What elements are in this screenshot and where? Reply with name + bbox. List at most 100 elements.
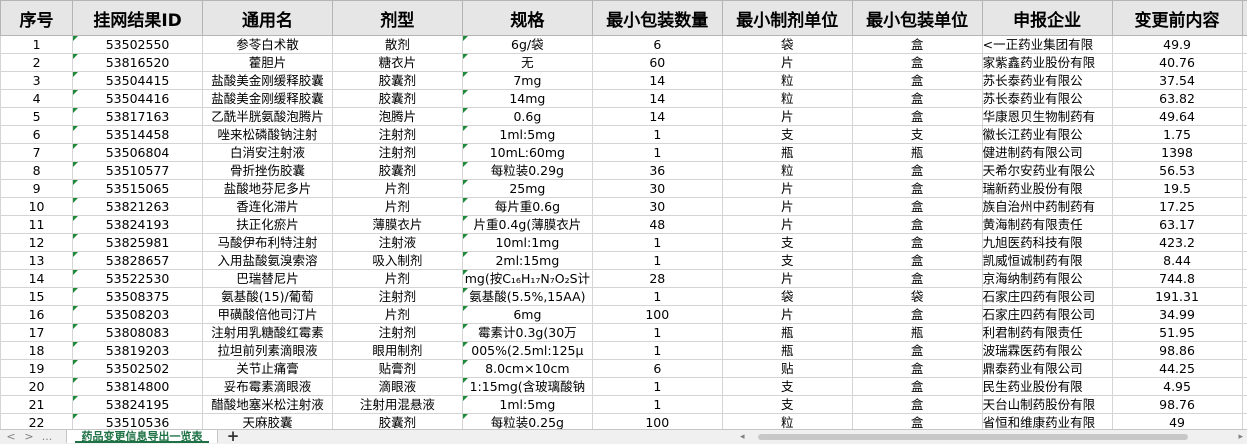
min-pack-qty-cell[interactable]: 6 <box>592 360 722 378</box>
column-header[interactable]: 最小包装单位 <box>852 1 982 36</box>
dosage-form-cell[interactable]: 片剂 <box>332 270 462 288</box>
spreadsheet-grid[interactable]: 序号挂网结果ID通用名剂型规格最小包装数量最小制剂单位最小包装单位申报企业变更前… <box>0 0 1247 432</box>
previous-value-cell[interactable]: 49.64 <box>1112 108 1242 126</box>
min-unit-cell[interactable]: 袋 <box>722 288 852 306</box>
previous-value-cell[interactable]: 17.25 <box>1112 198 1242 216</box>
generic-name-cell[interactable]: 拉坦前列素滴眼液 <box>203 342 333 360</box>
seq-cell[interactable]: 20 <box>1 378 73 396</box>
result-id-cell[interactable]: 53510577 <box>73 162 203 180</box>
column-header[interactable]: 剂型 <box>332 1 462 36</box>
min-pack-unit-cell[interactable]: 盒 <box>852 108 982 126</box>
spec-cell[interactable]: 片重0.4g(薄膜衣片 <box>462 216 592 234</box>
generic-name-cell[interactable]: 参苓白术散 <box>203 36 333 54</box>
dosage-form-cell[interactable]: 泡腾片 <box>332 108 462 126</box>
min-unit-cell[interactable]: 支 <box>722 396 852 414</box>
spec-cell[interactable]: 14mg <box>462 90 592 108</box>
previous-value-cell[interactable]: 49.9 <box>1112 36 1242 54</box>
previous-value-cell[interactable]: 19.5 <box>1112 180 1242 198</box>
company-cell[interactable]: 黄海制药有限责任 <box>982 216 1112 234</box>
generic-name-cell[interactable]: 甲磺酸倍他司汀片 <box>203 306 333 324</box>
previous-value-cell[interactable]: 98.86 <box>1112 342 1242 360</box>
company-cell[interactable]: 家紫鑫药业股份有限 <box>982 54 1112 72</box>
min-pack-unit-cell[interactable]: 盒 <box>852 234 982 252</box>
min-pack-qty-cell[interactable]: 1 <box>592 252 722 270</box>
dosage-form-cell[interactable]: 片剂 <box>332 198 462 216</box>
seq-cell[interactable]: 7 <box>1 144 73 162</box>
previous-value-cell[interactable]: 56.53 <box>1112 162 1242 180</box>
spec-cell[interactable]: mg(按C₁₆H₁₇N₇O₂S计 <box>462 270 592 288</box>
spec-cell[interactable]: 1ml:5mg <box>462 126 592 144</box>
sheet-nav-more-button[interactable]: ... <box>40 430 54 444</box>
spec-cell[interactable]: 1ml:5mg <box>462 396 592 414</box>
seq-cell[interactable]: 21 <box>1 396 73 414</box>
min-pack-qty-cell[interactable]: 6 <box>592 36 722 54</box>
result-id-cell[interactable]: 53824193 <box>73 216 203 234</box>
company-cell[interactable]: 族自治州中药制药有 <box>982 198 1112 216</box>
min-pack-unit-cell[interactable]: 盒 <box>852 198 982 216</box>
min-unit-cell[interactable]: 支 <box>722 378 852 396</box>
overflow-cell[interactable] <box>1242 126 1247 144</box>
min-pack-unit-cell[interactable]: 盒 <box>852 270 982 288</box>
seq-cell[interactable]: 11 <box>1 216 73 234</box>
company-cell[interactable]: <一正药业集团有限 <box>982 36 1112 54</box>
generic-name-cell[interactable]: 香连化滞片 <box>203 198 333 216</box>
overflow-cell[interactable] <box>1242 396 1247 414</box>
min-unit-cell[interactable]: 瓶 <box>722 324 852 342</box>
min-pack-qty-cell[interactable]: 14 <box>592 90 722 108</box>
dosage-form-cell[interactable]: 片剂 <box>332 306 462 324</box>
spec-cell[interactable]: 0.6g <box>462 108 592 126</box>
min-pack-qty-cell[interactable]: 1 <box>592 144 722 162</box>
dosage-form-cell[interactable]: 薄膜衣片 <box>332 216 462 234</box>
dosage-form-cell[interactable]: 注射剂 <box>332 126 462 144</box>
seq-cell[interactable]: 1 <box>1 36 73 54</box>
previous-value-cell[interactable]: 98.76 <box>1112 396 1242 414</box>
company-cell[interactable]: 健进制药有限公司 <box>982 144 1112 162</box>
spec-cell[interactable]: 氨基酸(5.5%,15AA) <box>462 288 592 306</box>
result-id-cell[interactable]: 53504416 <box>73 90 203 108</box>
min-unit-cell[interactable]: 支 <box>722 252 852 270</box>
spec-cell[interactable]: 6mg <box>462 306 592 324</box>
generic-name-cell[interactable]: 氨基酸(15)/葡萄 <box>203 288 333 306</box>
dosage-form-cell[interactable]: 散剂 <box>332 36 462 54</box>
dosage-form-cell[interactable]: 胶囊剂 <box>332 90 462 108</box>
previous-value-cell[interactable]: 40.76 <box>1112 54 1242 72</box>
generic-name-cell[interactable]: 醋酸地塞米松注射液 <box>203 396 333 414</box>
overflow-cell[interactable] <box>1242 180 1247 198</box>
spec-cell[interactable]: 无 <box>462 54 592 72</box>
seq-cell[interactable]: 18 <box>1 342 73 360</box>
dosage-form-cell[interactable]: 注射剂 <box>332 288 462 306</box>
spec-cell[interactable]: 2ml:15mg <box>462 252 592 270</box>
generic-name-cell[interactable]: 盐酸美金刚缓释胶囊 <box>203 90 333 108</box>
previous-value-cell[interactable]: 63.82 <box>1112 90 1242 108</box>
min-pack-qty-cell[interactable]: 14 <box>592 72 722 90</box>
result-id-cell[interactable]: 53808083 <box>73 324 203 342</box>
dosage-form-cell[interactable]: 注射液 <box>332 234 462 252</box>
spec-cell[interactable]: 10ml:1mg <box>462 234 592 252</box>
min-unit-cell[interactable]: 粒 <box>722 162 852 180</box>
overflow-cell[interactable] <box>1242 288 1247 306</box>
min-pack-unit-cell[interactable]: 盒 <box>852 180 982 198</box>
company-cell[interactable]: 石家庄四药有限公司 <box>982 306 1112 324</box>
seq-cell[interactable]: 2 <box>1 54 73 72</box>
min-pack-qty-cell[interactable]: 48 <box>592 216 722 234</box>
dosage-form-cell[interactable]: 注射剂 <box>332 324 462 342</box>
generic-name-cell[interactable]: 藿胆片 <box>203 54 333 72</box>
min-pack-unit-cell[interactable]: 瓶 <box>852 324 982 342</box>
min-pack-qty-cell[interactable]: 60 <box>592 54 722 72</box>
overflow-cell[interactable] <box>1242 108 1247 126</box>
dosage-form-cell[interactable]: 滴眼液 <box>332 378 462 396</box>
company-cell[interactable]: 华康恩贝生物制药有 <box>982 108 1112 126</box>
scrollbar-thumb[interactable] <box>758 434 1188 440</box>
company-cell[interactable]: 苏长泰药业有限公 <box>982 90 1112 108</box>
previous-value-cell[interactable]: 63.17 <box>1112 216 1242 234</box>
dosage-form-cell[interactable]: 吸入制剂 <box>332 252 462 270</box>
overflow-cell[interactable] <box>1242 90 1247 108</box>
sheet-tab-active[interactable]: 药品变更信息导出一览表 <box>66 429 218 443</box>
generic-name-cell[interactable]: 注射用乳糖酸红霉素 <box>203 324 333 342</box>
overflow-cell[interactable] <box>1242 270 1247 288</box>
previous-value-cell[interactable]: 191.31 <box>1112 288 1242 306</box>
previous-value-cell[interactable]: 37.54 <box>1112 72 1242 90</box>
min-pack-unit-cell[interactable]: 盒 <box>852 216 982 234</box>
previous-value-cell[interactable]: 4.95 <box>1112 378 1242 396</box>
seq-cell[interactable]: 8 <box>1 162 73 180</box>
